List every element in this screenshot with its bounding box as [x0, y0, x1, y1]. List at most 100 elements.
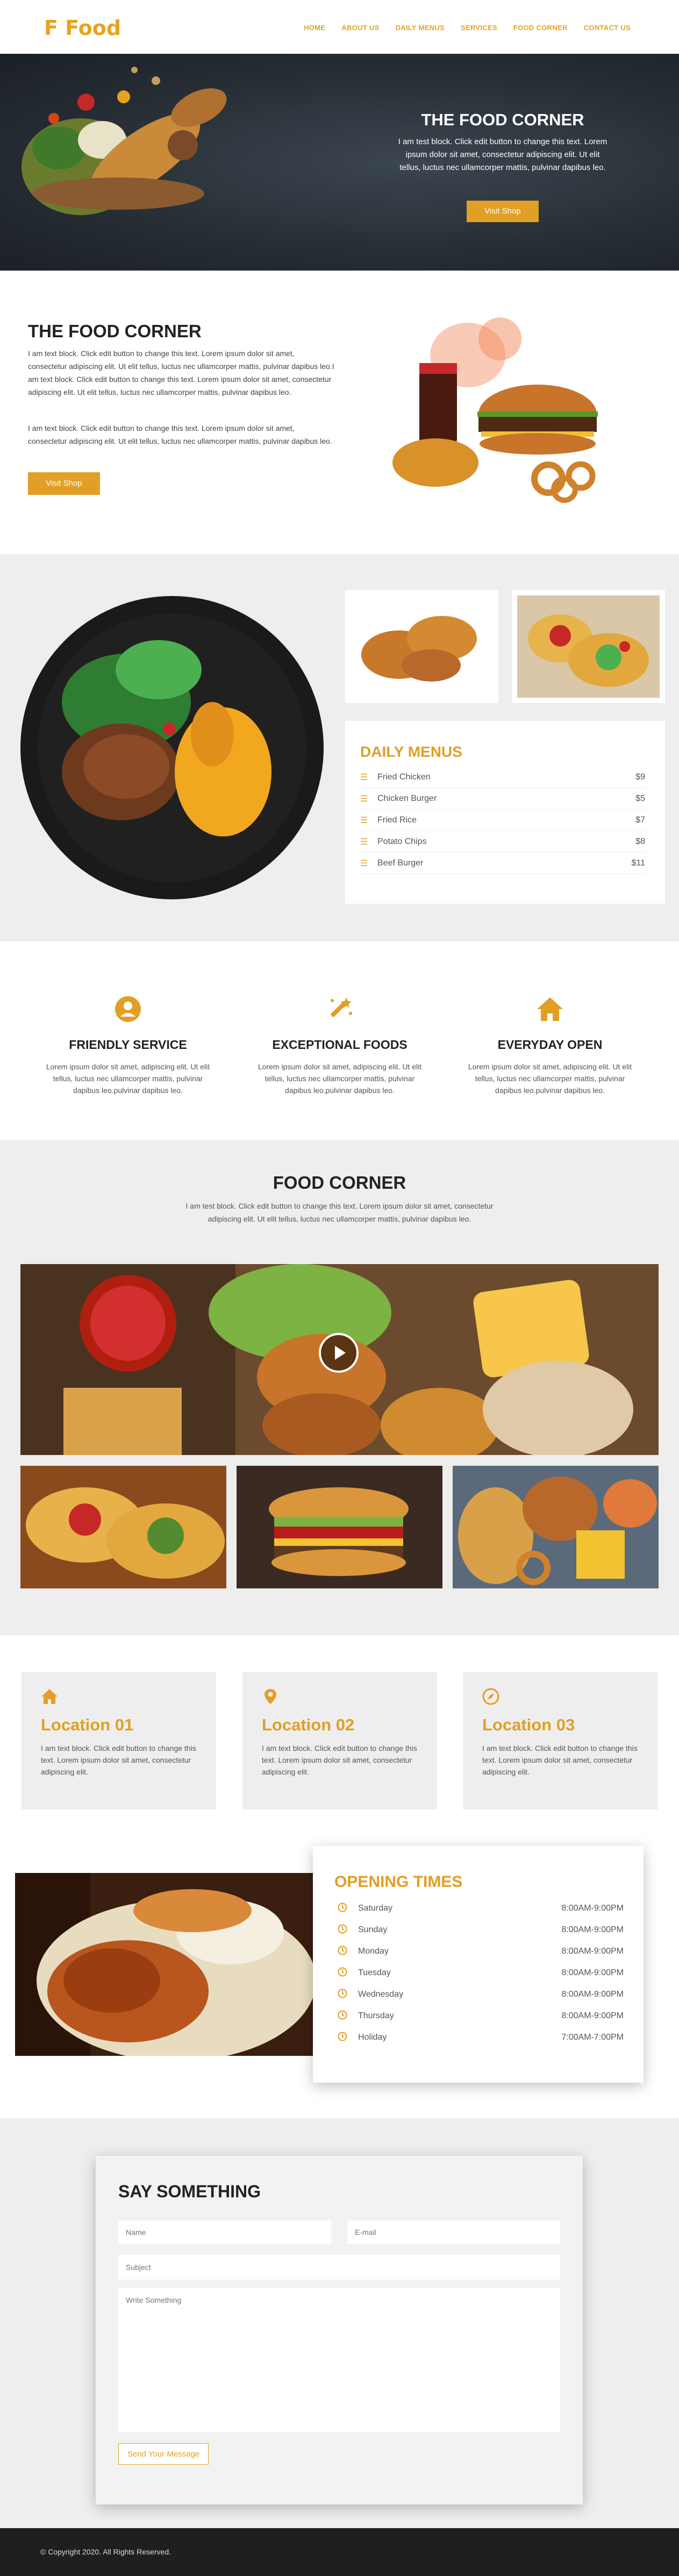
intro-visit-shop-button[interactable]: Visit Shop: [28, 472, 100, 495]
menu-item-price: $7: [635, 815, 645, 825]
intro-text: I am text block. Click edit button to ch…: [28, 349, 334, 396]
hours-day: Monday: [358, 1947, 389, 1956]
nav-home[interactable]: HOME: [304, 24, 325, 32]
list-icon: ☰: [360, 794, 368, 804]
contact-title: SAY SOMETHING: [118, 2182, 261, 2201]
hours-day: Holiday: [358, 2033, 387, 2042]
food-corner-title: FOOD CORNER: [273, 1173, 406, 1193]
tacos-thumbnail: [512, 590, 665, 703]
menu-item: ☰ Potato Chips $8: [360, 831, 645, 853]
menu-item-name: Chicken Burger: [377, 793, 437, 803]
nav-food-corner[interactable]: FOOD CORNER: [513, 24, 568, 32]
menu-item-price: $11: [631, 858, 645, 868]
hours-day: Wednesday: [358, 1990, 404, 1999]
hero-text: I am test block. Click edit button to ch…: [398, 137, 607, 172]
hours-row: Holiday 7:00AM-7:00PM: [338, 2027, 624, 2048]
compass-icon: [482, 1688, 499, 1705]
message-field[interactable]: [118, 2288, 560, 2432]
sandwich-photo: [237, 1466, 442, 1588]
menu-item-name: Fried Chicken: [377, 772, 431, 782]
email-field[interactable]: [347, 2220, 560, 2244]
hours-row: Monday 8:00AM-9:00PM: [338, 1941, 624, 1962]
intro-text-second: I am text block. Click edit button to ch…: [28, 424, 332, 445]
menu-item: ☰ Beef Burger $11: [360, 853, 645, 874]
clock-icon: [338, 1989, 347, 1998]
nav-contact-us[interactable]: CONTACT US: [584, 24, 631, 32]
location-text: I am text block. Click edit button to ch…: [262, 1744, 417, 1776]
location-card: Location 03 I am text block. Click edit …: [463, 1672, 657, 1809]
main-nav: HOME ABOUT US DAILY MENUS SERVICES FOOD …: [304, 24, 631, 32]
list-icon: ☰: [360, 815, 368, 825]
hours-time: 8:00AM-9:00PM: [561, 1968, 624, 1977]
list-icon: ☰: [360, 858, 368, 868]
burger-combo-image: [392, 317, 598, 503]
hours-row: Sunday 8:00AM-9:00PM: [338, 1919, 624, 1941]
menu-item: ☰ Chicken Burger $5: [360, 788, 645, 810]
hours-time: 8:00AM-9:00PM: [561, 1990, 624, 1999]
hours-row: Tuesday 8:00AM-9:00PM: [338, 1962, 624, 1984]
hours-row: Thursday 8:00AM-9:00PM: [338, 2005, 624, 2027]
user-icon: [115, 996, 141, 1022]
clock-icon: [338, 1924, 347, 1933]
list-icon: ☰: [360, 837, 368, 847]
fast-food-platter-photo: [453, 1466, 659, 1588]
location-card: Location 01 I am text block. Click edit …: [22, 1672, 216, 1809]
menu-item-price: $5: [635, 793, 645, 803]
clock-icon: [338, 2010, 347, 2019]
hero-visit-shop-button[interactable]: Visit Shop: [467, 201, 539, 222]
roast-chicken-image: [15, 1873, 313, 2056]
vegetables-bread-image: [22, 67, 227, 215]
nav-daily-menus[interactable]: DAILY MENUS: [396, 24, 445, 32]
name-field[interactable]: [118, 2220, 331, 2244]
clock-icon: [338, 1967, 347, 1976]
location-text: I am text block. Click edit button to ch…: [482, 1744, 638, 1776]
clock-icon: [338, 2032, 347, 2041]
feature-text: Lorem ipsum dolor sit amet, adipiscing e…: [468, 1062, 632, 1095]
clock-icon: [338, 1903, 347, 1912]
feature-title: FRIENDLY SERVICE: [69, 1038, 187, 1052]
menu-item: ☰ Fried Rice $7: [360, 810, 645, 831]
location-name: Location 01: [41, 1715, 134, 1734]
menu-item-name: Beef Burger: [377, 858, 424, 868]
menu-item-name: Potato Chips: [377, 836, 427, 846]
nav-about-us[interactable]: ABOUT US: [341, 24, 379, 32]
food-corner-text: I am test block. Click edit button to ch…: [185, 1202, 494, 1223]
hours-time: 7:00AM-7:00PM: [561, 2033, 624, 2042]
hours-time: 8:00AM-9:00PM: [561, 1904, 624, 1913]
hours-time: 8:00AM-9:00PM: [561, 1925, 624, 1934]
fried-chicken-thumbnail: [345, 590, 498, 703]
feature-friendly-service: FRIENDLY SERVICE Lorem ipsum dolor sit a…: [31, 995, 225, 1096]
opening-times-title: OPENING TIMES: [334, 1873, 463, 1891]
feature-exceptional-foods: EXCEPTIONAL FOODS Lorem ipsum dolor sit …: [243, 995, 437, 1096]
list-icon: ☰: [360, 772, 368, 782]
home-icon: [537, 997, 563, 1021]
hours-time: 8:00AM-9:00PM: [561, 1947, 624, 1956]
map-pin-icon: [265, 1689, 276, 1704]
hours-row: Wednesday 8:00AM-9:00PM: [338, 1984, 624, 2005]
send-message-button[interactable]: Send Your Message: [118, 2443, 209, 2465]
page: F Food HOME ABOUT US DAILY MENUS SERVICE…: [0, 0, 679, 2576]
menu-item-price: $8: [635, 836, 645, 846]
copyright-text: © Copyright 2020. All Rights Reserved.: [40, 2547, 171, 2556]
menu-item: ☰ Fried Chicken $9: [360, 767, 645, 788]
intro-title: THE FOOD CORNER: [28, 321, 202, 341]
menu-item-name: Fried Rice: [377, 815, 417, 825]
hours-day: Thursday: [358, 2011, 394, 2020]
hours-day: Saturday: [358, 1904, 393, 1913]
hours-day: Sunday: [358, 1925, 388, 1934]
hours-day: Tuesday: [358, 1968, 391, 1977]
play-button[interactable]: [319, 1333, 359, 1373]
steak-plate-image: [20, 596, 324, 899]
hours-time: 8:00AM-9:00PM: [561, 2011, 624, 2020]
hero-title: THE FOOD CORNER: [421, 110, 584, 129]
hours-row: Saturday 8:00AM-9:00PM: [338, 1898, 624, 1919]
location-text: I am text block. Click edit button to ch…: [41, 1744, 196, 1776]
feature-text: Lorem ipsum dolor sit amet, adipiscing e…: [258, 1062, 422, 1095]
nav-services[interactable]: SERVICES: [461, 24, 497, 32]
location-name: Location 02: [262, 1715, 355, 1734]
tacos-photo: [20, 1466, 226, 1588]
menu-item-price: $9: [635, 772, 645, 782]
magic-wand-icon: [331, 997, 352, 1017]
subject-field[interactable]: [118, 2255, 560, 2280]
home-icon: [41, 1689, 58, 1704]
